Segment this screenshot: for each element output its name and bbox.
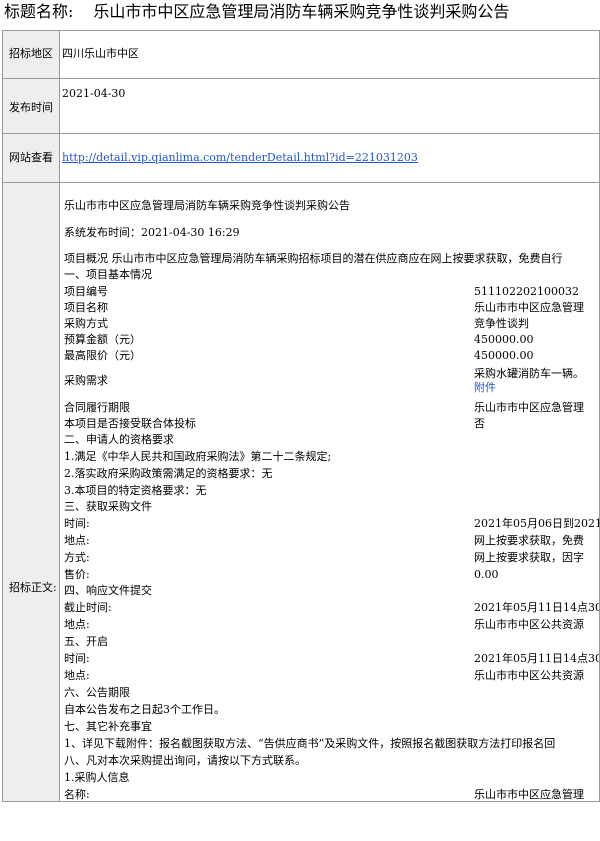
submit-place-value: 乐山市市中区公共资源	[474, 618, 584, 631]
notice-period-text: 自本公告发布之日起3个工作日。	[64, 703, 225, 716]
row-url: 网站查看 http://detail.vip.qianlima.com/tend…	[2, 133, 600, 183]
get-place-value: 网上按要求获取，免费	[474, 534, 584, 547]
project-name-label: 项目名称	[64, 301, 108, 314]
budget-label: 预算金额（元）	[64, 333, 141, 346]
max-price-label: 最高限价（元）	[64, 349, 141, 362]
project-number-label: 项目编号	[64, 285, 108, 298]
section-5-heading: 五、开启	[64, 635, 108, 648]
date-key: 发布时间	[9, 101, 53, 114]
region-key-cell: 招标地区	[2, 30, 60, 79]
submit-place-label: 地点:	[64, 618, 90, 631]
buyer-info-heading: 1.采购人信息	[64, 771, 130, 784]
page-title: 乐山市市中区应急管理局消防车辆采购竞争性谈判采购公告	[93, 2, 510, 21]
body-content-cell: 乐山市市中区应急管理局消防车辆采购竞争性谈判采购公告 系统发布时间：2021-0…	[59, 182, 600, 802]
buyer-name-label: 名称:	[64, 788, 90, 800]
purchase-method-label: 采购方式	[64, 317, 108, 330]
price-value: 0.00	[474, 568, 499, 581]
purchase-method-value: 竞争性谈判	[474, 317, 529, 330]
date-key-cell: 发布时间	[2, 78, 60, 134]
attachment-link[interactable]: 附件	[474, 380, 496, 396]
row-date: 发布时间 2021-04-30	[2, 78, 600, 134]
section-4-heading: 四、响应文件提交	[64, 584, 152, 597]
get-place-label: 地点:	[64, 534, 90, 547]
price-label: 售价:	[64, 568, 90, 581]
requirement-label: 采购需求	[64, 374, 108, 387]
section-3-heading: 三、获取采购文件	[64, 500, 152, 513]
open-time-label: 时间:	[64, 652, 90, 665]
url-key-cell: 网站查看	[2, 133, 60, 183]
notice-content: 乐山市市中区应急管理局消防车辆采购竞争性谈判采购公告 系统发布时间：2021-0…	[61, 184, 599, 800]
max-price-value: 450000.00	[474, 349, 534, 362]
region-value: 四川乐山市中区	[62, 47, 139, 60]
detail-link[interactable]: http://detail.vip.qianlima.com/tenderDet…	[61, 135, 599, 182]
qualification-3: 3.本项目的特定资格要求：无	[64, 484, 207, 497]
section-7-heading: 七、其它补充事宜	[64, 720, 152, 733]
doc-title: 乐山市市中区应急管理局消防车辆采购竞争性谈判采购公告	[64, 199, 350, 212]
url-value-cell: http://detail.vip.qianlima.com/tenderDet…	[59, 133, 600, 183]
get-method-label: 方式:	[64, 551, 90, 564]
qualification-1: 1.满足《中华人民共和国政府采购法》第二十二条规定;	[64, 450, 332, 463]
get-time-label: 时间:	[64, 517, 90, 530]
region-key: 招标地区	[9, 47, 53, 60]
open-place-label: 地点:	[64, 669, 90, 682]
project-overview: 项目概况 乐山市市中区应急管理局消防车辆采购招标项目的潜在供应商应在网上按要求获…	[64, 252, 563, 265]
consortium-label: 本项目是否接受联合体投标	[64, 417, 196, 430]
page-header: 标题名称: 乐山市市中区应急管理局消防车辆采购竞争性谈判采购公告	[4, 1, 509, 23]
section-1-heading: 一、项目基本情况	[64, 268, 152, 281]
deadline-label: 截止时间:	[64, 601, 112, 614]
header-label: 标题名称:	[4, 2, 74, 21]
section-6-heading: 六、公告期限	[64, 686, 130, 699]
budget-value: 450000.00	[474, 333, 534, 346]
get-time-value: 2021年05月06日到2021	[474, 517, 599, 530]
section-2-heading: 二、申请人的资格要求	[64, 433, 174, 446]
consortium-value: 否	[474, 417, 485, 430]
get-method-value: 网上按要求获取，因字	[474, 551, 584, 564]
deadline-value: 2021年05月11日14点30	[474, 601, 599, 614]
section-8-heading: 八、凡对本次采购提出询问，请按以下方式联系。	[64, 754, 306, 767]
detail-table: 招标地区 四川乐山市中区 发布时间 2021-04-30 网站查看 http:/…	[2, 30, 600, 802]
qualification-2: 2.落实政府采购政策需满足的资格要求：无	[64, 467, 273, 480]
row-region: 招标地区 四川乐山市中区	[2, 30, 600, 79]
open-place-value: 乐山市市中区公共资源	[474, 669, 584, 682]
project-number-value: 511102202100032	[474, 285, 579, 298]
supplement-text: 1、详见下载附件：报名截图获取方法、“告供应商书”及采购文件，按照报名截图获取方…	[64, 737, 556, 750]
url-key: 网站查看	[9, 151, 53, 164]
project-name-value: 乐山市市中区应急管理	[474, 301, 584, 314]
date-value-cell: 2021-04-30	[59, 78, 600, 134]
open-time-value: 2021年05月11日14点30	[474, 652, 599, 665]
row-body: 招标正文: 乐山市市中区应急管理局消防车辆采购竞争性谈判采购公告 系统发布时间：…	[2, 182, 600, 802]
body-key-cell: 招标正文:	[2, 182, 60, 802]
system-time: 系统发布时间：2021-04-30 16:29	[64, 226, 240, 239]
region-value-cell: 四川乐山市中区	[59, 30, 600, 79]
contract-period-label: 合同履行期限	[64, 401, 130, 414]
date-value: 2021-04-30	[62, 87, 126, 100]
buyer-name-value: 乐山市市中区应急管理	[474, 788, 584, 800]
body-key: 招标正文:	[9, 580, 57, 594]
contract-period-value: 乐山市市中区应急管理	[474, 401, 584, 414]
